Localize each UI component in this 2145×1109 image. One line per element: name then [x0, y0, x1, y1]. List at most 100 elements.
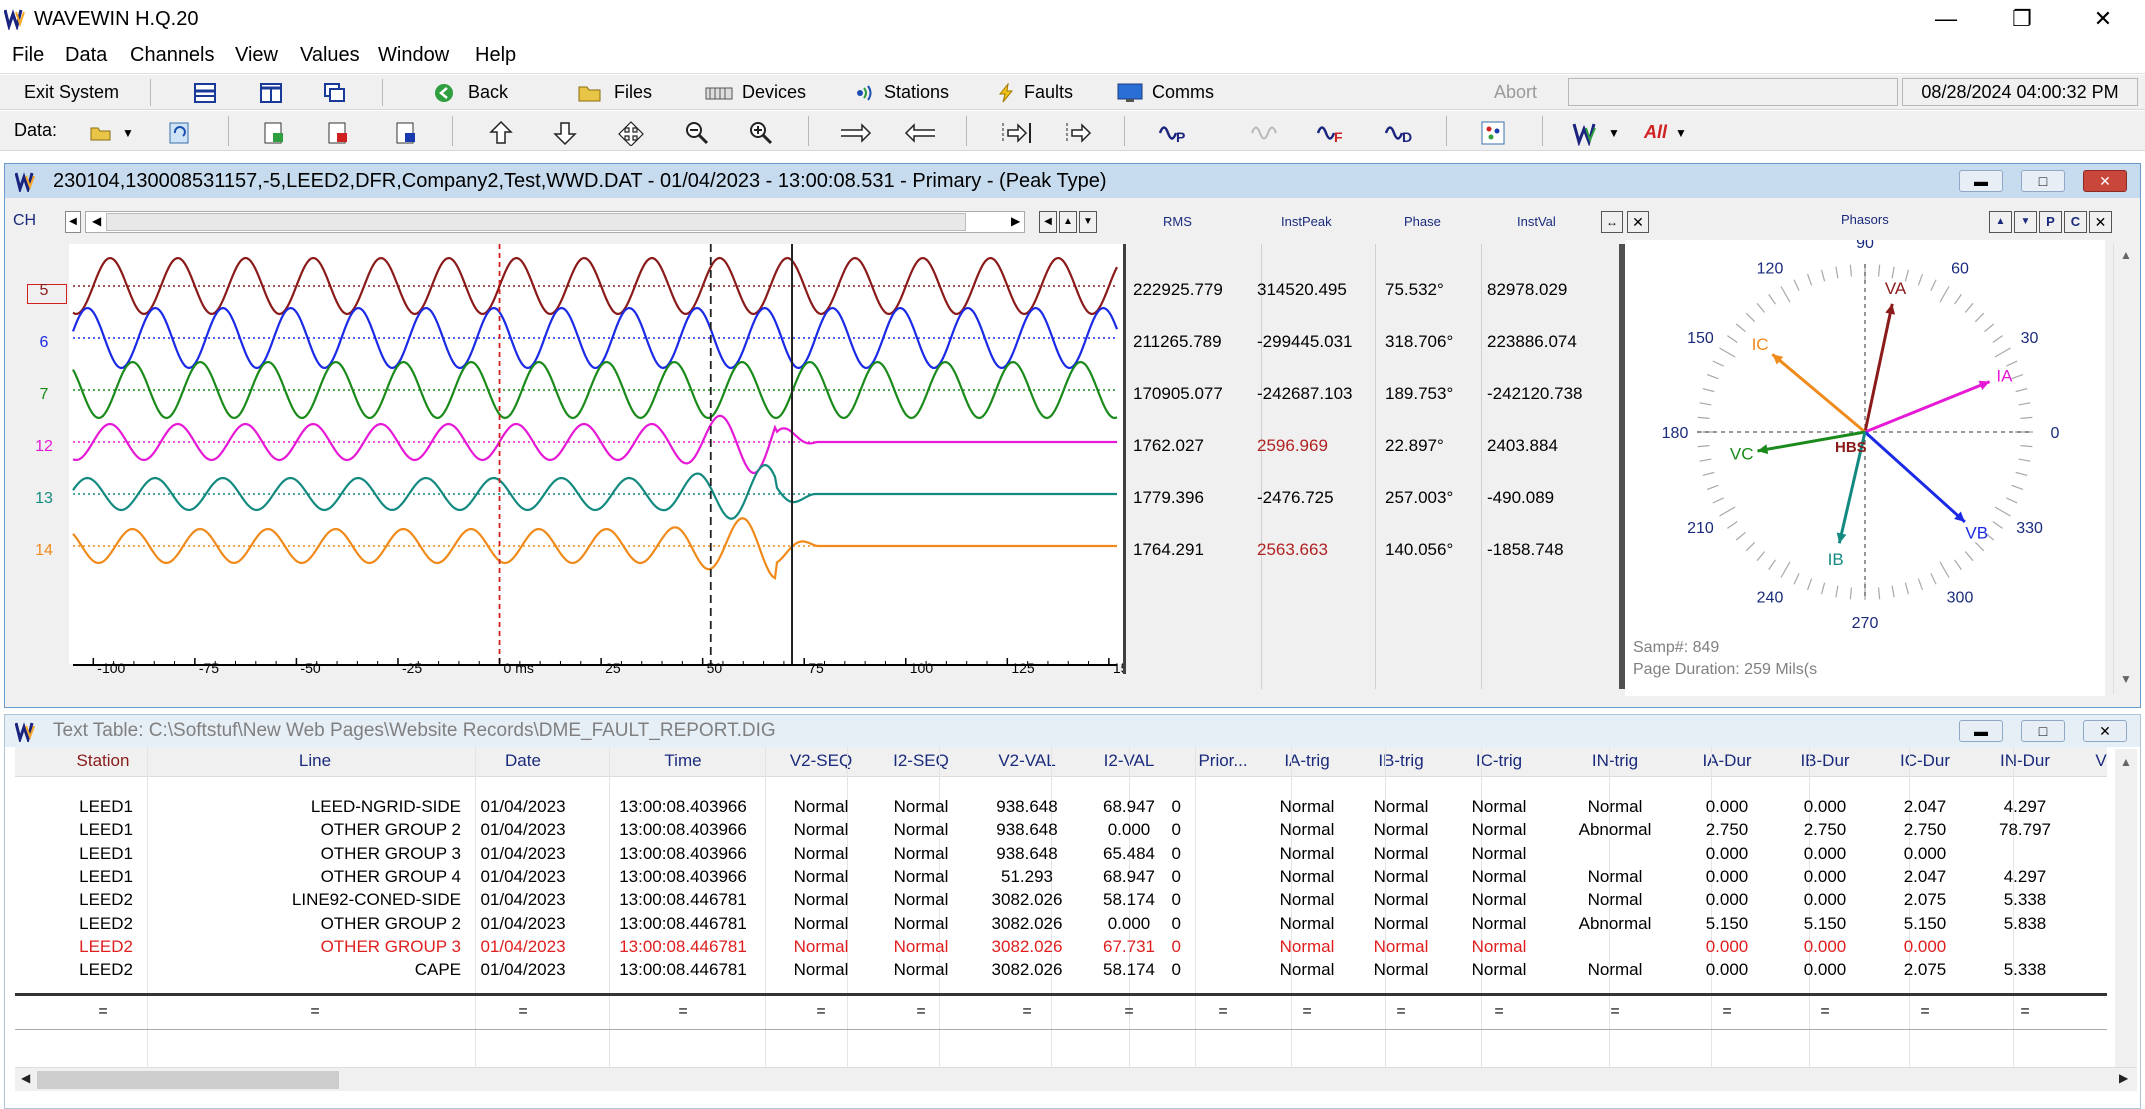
scroll-first-button[interactable]: ◀ [65, 211, 81, 233]
restore-button[interactable]: ❐ [1984, 0, 2060, 38]
shift-left-button[interactable] [904, 119, 938, 146]
export-red-button[interactable] [326, 119, 350, 146]
text-table-window: Text Table: C:\Softstuf\New Web Pages\We… [4, 714, 2141, 1109]
minimize-button[interactable]: — [1908, 0, 1984, 38]
menu-data[interactable]: Data [65, 44, 107, 67]
table-maximize-button[interactable]: □ [2021, 720, 2065, 742]
wavewin-dropdown[interactable]: ▼ [1572, 119, 1620, 146]
exit-system-button[interactable]: Exit System [24, 79, 119, 106]
column-header[interactable]: IN-trig [1555, 751, 1675, 771]
nav-up-button[interactable]: ▲ [1059, 211, 1077, 233]
phasor-down-button[interactable]: ▼ [2014, 211, 2037, 233]
channel-down-button[interactable] [552, 119, 578, 146]
nav-down-button[interactable]: ▼ [1079, 211, 1097, 233]
channel-number[interactable]: 14 [27, 542, 61, 560]
column-header[interactable]: IC-trig [1439, 751, 1559, 771]
values-close-button[interactable]: ✕ [1627, 211, 1649, 233]
menu-channels[interactable]: Channels [130, 44, 215, 67]
channel-up-button[interactable] [488, 119, 514, 146]
stations-button[interactable]: Stations [854, 79, 949, 106]
split-resize-button[interactable]: ↔ [1601, 211, 1623, 233]
phasor-c-button[interactable]: C [2064, 211, 2087, 233]
time-scrollbar[interactable]: ◀ ▶ [85, 211, 1025, 233]
table-horizontal-scrollbar[interactable]: ◀ ▶ [15, 1067, 2137, 1091]
phasors-header: Phasors [1841, 212, 1889, 227]
column-header[interactable]: Station [43, 751, 163, 771]
channel-number[interactable]: 7 [27, 386, 61, 404]
wave-minimize-button[interactable]: ▬ [1959, 170, 2003, 192]
text-table-titlebar: Text Table: C:\Softstuf\New Web Pages\We… [5, 715, 2140, 747]
devices-icon [705, 87, 733, 99]
table-cell: 01/04/2023 [480, 797, 566, 816]
wave-f-icon: F [1316, 125, 1343, 145]
export-green-button[interactable] [262, 119, 286, 146]
rms-value: 211265.789 [1133, 332, 1222, 351]
close-button[interactable]: ✕ [2065, 0, 2141, 38]
data-open-dropdown[interactable]: ▼ [90, 119, 134, 146]
layout-columns-button[interactable] [260, 79, 282, 106]
table-cell: LEED2 [79, 960, 133, 980]
phasor-diagram[interactable]: 9060300330300270240210180150120VAIAICVCV… [1625, 240, 2105, 696]
back-button[interactable]: Back [434, 79, 508, 106]
table-cell: 5.338 [2003, 890, 2047, 910]
rms-value: 1764.291 [1133, 540, 1204, 559]
layout-cascade-button[interactable] [324, 79, 346, 106]
data-refresh-button[interactable] [166, 119, 192, 146]
column-header[interactable]: Line [255, 751, 375, 771]
wave-d-button[interactable]: D [1384, 119, 1418, 146]
shift-right-button[interactable] [838, 119, 872, 146]
files-button[interactable]: Files [578, 79, 652, 106]
phasor-scrollbar[interactable]: ▲ ▼ [2113, 244, 2137, 694]
menu-window[interactable]: Window [378, 44, 449, 67]
nav-left-button[interactable]: ◀ [1039, 211, 1057, 233]
document-red-icon [328, 122, 347, 143]
channel-number[interactable]: 13 [27, 490, 61, 508]
table-vertical-scrollbar[interactable]: ▲ [2115, 749, 2137, 1079]
abort-button[interactable]: Abort [1494, 79, 1537, 106]
menu-file[interactable]: File [12, 44, 44, 67]
settings-grid-button[interactable] [1480, 119, 1506, 146]
comms-button[interactable]: Comms [1116, 79, 1214, 106]
zoom-in-button[interactable] [748, 119, 774, 146]
zoom-out-button[interactable] [684, 119, 710, 146]
phasor-up-button[interactable]: ▲ [1989, 211, 2012, 233]
inst-value: 2403.884 [1487, 436, 1558, 455]
summary-cell: = [1920, 1003, 1930, 1020]
phasor-close-button[interactable]: ✕ [2089, 211, 2112, 233]
wave-disabled-button[interactable] [1250, 119, 1284, 146]
column-header[interactable]: Time [623, 751, 743, 771]
menu-help[interactable]: Help [475, 44, 516, 67]
table-minimize-button[interactable]: ▬ [1959, 720, 2003, 742]
menu-view[interactable]: View [235, 44, 278, 67]
layout-rows-icon [194, 82, 216, 103]
column-header[interactable]: I2-SEQ [861, 751, 981, 771]
wave-close-button[interactable]: ✕ [2083, 170, 2127, 192]
exit-system-label: Exit System [24, 82, 120, 102]
channel-number[interactable]: 12 [27, 438, 61, 456]
scrollbar-thumb[interactable] [106, 213, 966, 231]
phasor-angle-label: 30 [2021, 330, 2039, 347]
phasor-p-button[interactable]: P [2039, 211, 2062, 233]
table-close-button[interactable]: ✕ [2083, 720, 2127, 742]
layout-horizontal-button[interactable] [194, 79, 216, 106]
column-header[interactable]: Date [463, 751, 583, 771]
all-dropdown[interactable]: All ▼ [1644, 119, 1687, 146]
wave-maximize-button[interactable]: □ [2021, 170, 2065, 192]
summary-cell: = [816, 1003, 826, 1020]
cursor-next-button[interactable] [1000, 119, 1034, 146]
channel-number[interactable]: 5 [27, 282, 61, 300]
export-blue-button[interactable] [394, 119, 418, 146]
devices-button[interactable]: Devices [704, 79, 806, 106]
table-cell: OTHER GROUP 3 [320, 936, 461, 956]
column-header[interactable]: V [2041, 751, 2107, 771]
scrollbar-thumb[interactable] [37, 1071, 339, 1089]
phasor-p-button[interactable]: P [1158, 119, 1192, 146]
menu-values[interactable]: Values [300, 44, 360, 67]
faults-button[interactable]: Faults [996, 79, 1073, 106]
waveform-plot[interactable]: -100 -75 -50 -25 0 ms 25 50 75 100 125 150 [69, 244, 1123, 674]
cursor-jump-button[interactable] [1064, 119, 1098, 146]
channel-number[interactable]: 6 [27, 334, 61, 352]
move-button[interactable] [616, 119, 646, 146]
table-cell: 01/04/2023 [480, 960, 566, 980]
wave-f-button[interactable]: F [1316, 119, 1350, 146]
